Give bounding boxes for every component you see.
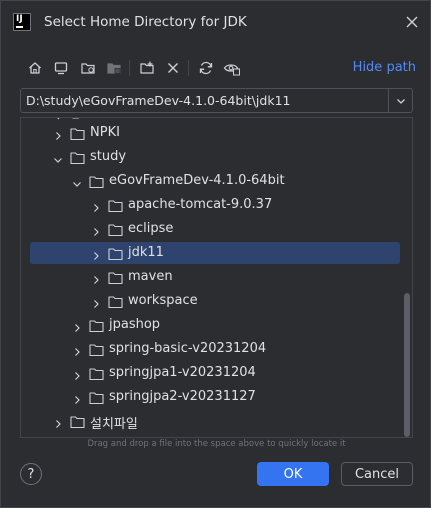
tree-item[interactable]: jpashop [21, 314, 400, 336]
folder-icon [89, 342, 104, 357]
tree-item-label: jpashop [109, 317, 161, 332]
path-input[interactable] [21, 89, 388, 112]
tree-item[interactable]: NPKI [21, 122, 400, 144]
folder-icon [70, 150, 85, 165]
cancel-button[interactable]: Cancel [341, 462, 413, 486]
home-icon[interactable] [26, 59, 44, 77]
path-combobox [20, 88, 413, 113]
chevron-right-icon[interactable] [90, 271, 102, 284]
toolbar-separator [188, 60, 189, 76]
tree-item[interactable]: springjpa2-v20231127 [21, 386, 400, 408]
tree-item-label: apache-tomcat-9.0.37 [128, 197, 273, 212]
folder-icon [89, 366, 104, 381]
chevron-right-icon[interactable] [90, 199, 102, 212]
tree-item-label: maven [128, 269, 173, 284]
chevron-right-icon[interactable] [71, 343, 83, 356]
tree-item[interactable]: eGovFrameDev-4.1.0-64bit [21, 170, 400, 192]
chevron-down-icon[interactable] [52, 151, 64, 163]
tree-item[interactable]: spring-basic-v20231204 [21, 338, 400, 360]
tree-item[interactable]: workspace [21, 290, 400, 312]
help-button[interactable]: ? [20, 463, 42, 485]
tree-scrollbar[interactable] [404, 293, 410, 437]
tree-item[interactable]: maven [21, 266, 400, 288]
tree-item-label: springjpa1-v20231204 [109, 365, 256, 380]
folder-icon [108, 270, 123, 285]
folder-icon [70, 126, 85, 141]
ok-button[interactable]: OK [257, 462, 329, 486]
chevron-right-icon[interactable] [71, 391, 83, 404]
folder-icon [108, 198, 123, 213]
folder-icon [89, 390, 104, 405]
tree-item-label: study [90, 149, 127, 164]
dialog-title: Select Home Directory for JDK [44, 14, 247, 30]
logo-text: IJ [16, 14, 23, 24]
tree-item-label: eGovFrameDev-4.1.0-64bit [109, 173, 285, 188]
hide-path-link[interactable]: Hide path [353, 60, 416, 75]
folder-icon [108, 246, 123, 261]
folder-icon [108, 294, 123, 309]
tree-item[interactable]: eclipse [21, 218, 400, 240]
chevron-right-icon[interactable] [90, 295, 102, 308]
title-bar: IJ Select Home Directory for JDK [1, 1, 430, 45]
tree-item-label: springjpa2-v20231127 [109, 389, 256, 404]
chevron-right-icon[interactable] [52, 415, 64, 428]
tree-item[interactable]: apache-tomcat-9.0.37 [21, 194, 400, 216]
close-icon[interactable] [404, 14, 420, 30]
select-jdk-home-dialog: IJ Select Home Directory for JDK Hide pa… [0, 0, 431, 508]
intellij-logo-icon: IJ [13, 13, 31, 31]
chevron-down-icon[interactable] [71, 175, 83, 187]
tree-item[interactable]: study [21, 146, 400, 168]
chevron-right-icon[interactable] [52, 127, 64, 140]
tree-item-label: workspace [128, 293, 198, 308]
folder-icon [89, 318, 104, 333]
chevron-right-icon[interactable] [90, 223, 102, 236]
directory-tree[interactable]: NPKI study eGovFrameDev-4.1.0-64bit apache-… [20, 117, 413, 438]
project-folder-icon[interactable] [79, 59, 97, 77]
tree-item-label: NPKI [90, 125, 120, 140]
clipped-row-fragment [49, 118, 79, 120]
refresh-icon[interactable] [197, 59, 215, 77]
tree-item-label: spring-basic-v20231204 [109, 341, 267, 356]
chevron-right-icon[interactable] [71, 319, 83, 332]
chevron-right-icon[interactable] [71, 367, 83, 380]
delete-icon[interactable] [164, 59, 182, 77]
drag-drop-hint: Drag and drop a file into the space abov… [87, 439, 346, 449]
selection-highlight [30, 242, 400, 264]
chevron-down-icon[interactable] [389, 89, 413, 112]
tree-item[interactable]: springjpa1-v20231204 [21, 362, 400, 384]
tree-item-label: eclipse [128, 221, 174, 236]
module-folder-icon[interactable] [105, 59, 123, 77]
tree-item-label: 설치파일 [90, 417, 138, 432]
tree-item[interactable]: 설치파일 [21, 410, 400, 432]
chevron-right-icon[interactable] [90, 247, 102, 260]
tree-item-label: jdk11 [128, 245, 164, 260]
desktop-icon[interactable] [52, 59, 70, 77]
show-hidden-icon[interactable] [223, 59, 241, 77]
folder-icon [108, 222, 123, 237]
folder-icon [89, 174, 104, 189]
file-chooser-toolbar: Hide path [21, 57, 416, 79]
toolbar-separator [129, 60, 130, 76]
folder-icon [70, 414, 85, 429]
new-folder-icon[interactable] [138, 59, 156, 77]
tree-item[interactable]: jdk11 [21, 242, 400, 264]
